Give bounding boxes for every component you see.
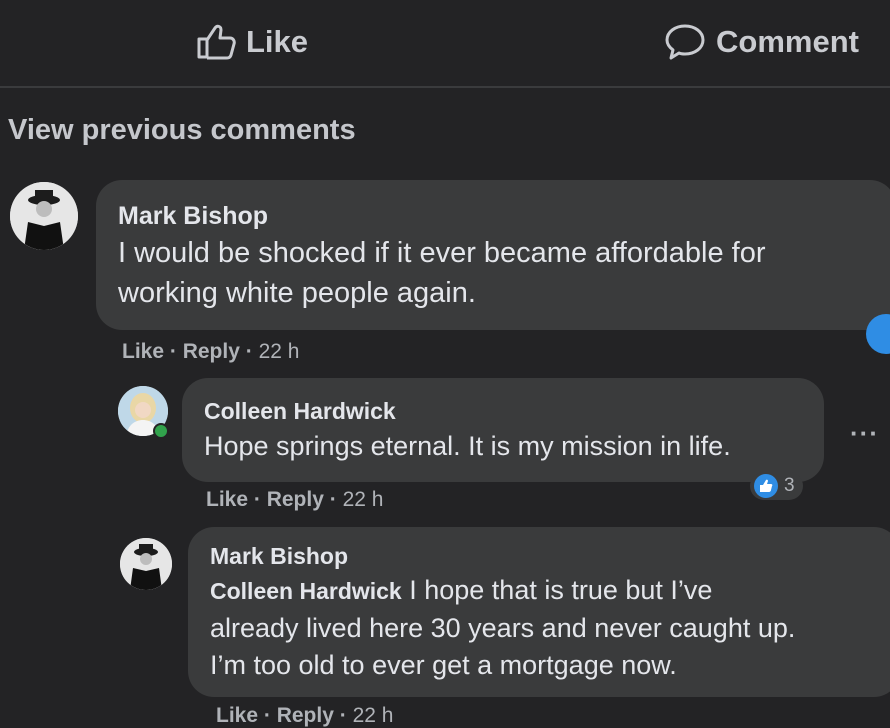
meta-separator: · [263,704,277,727]
mention-link[interactable]: Colleen Hardwick [210,578,402,604]
speech-bubble-icon [664,23,706,61]
like-reaction-icon [754,474,778,498]
comment-bubble: Mark Bishop Colleen Hardwick I hope that… [188,527,890,697]
comment-timestamp[interactable]: 22 h [343,488,384,511]
comment-timestamp[interactable]: 22 h [353,704,394,727]
view-previous-comments-link[interactable]: View previous comments [8,114,356,147]
comment-like-link[interactable]: Like [206,488,248,511]
meta-separator: · [339,704,353,727]
post-action-bar: Like Comment [0,0,890,86]
more-options-button[interactable]: ··· [850,418,879,449]
comment-meta: Like · Reply · 22 h [206,488,383,512]
comment-text: Hope springs eternal. It is my mission i… [204,427,802,465]
comment-reply-link[interactable]: Reply [183,340,240,363]
comment-text-line: Colleen Hardwick I hope that is true but… [210,572,878,610]
comment-text-line: Hope springs eternal. It is my mission i… [204,431,731,461]
reaction-count-badge[interactable]: 3 [750,472,803,500]
comment-reply-link[interactable]: Reply [267,488,324,511]
comment-text-line: already lived here 30 years and never ca… [210,613,796,643]
meta-separator: · [253,488,267,511]
comment-author[interactable]: Mark Bishop [210,543,878,570]
meta-separator: · [245,340,259,363]
comment-author[interactable]: Mark Bishop [118,202,874,231]
comment-bubble: Colleen Hardwick Hope springs eternal. I… [182,378,824,482]
like-post-button[interactable]: Like [196,18,308,66]
online-status-icon [153,423,169,439]
action-bar-divider [0,86,890,88]
avatar[interactable] [120,538,172,590]
comment-text-line: I’m too old to ever get a mortgage now. [210,650,677,680]
meta-separator: · [329,488,343,511]
comment-text-line: working white people again. [118,277,476,309]
comment-meta: Like · Reply · 22 h [216,704,393,728]
meta-separator: · [169,340,183,363]
comment-text: I would be shocked if it ever became aff… [118,233,874,313]
comment-meta: Like · Reply · 22 h [122,340,299,364]
comment-reply-link[interactable]: Reply [277,704,334,727]
comment-bubble: Mark Bishop I would be shocked if it eve… [96,180,890,330]
thumbs-up-icon [196,24,236,60]
comment-post-button[interactable]: Comment [664,18,859,66]
avatar[interactable] [10,182,78,250]
comment-author[interactable]: Colleen Hardwick [204,398,802,425]
comment-post-label: Comment [716,24,859,59]
reaction-count: 3 [784,475,795,496]
comment-like-link[interactable]: Like [122,340,164,363]
comment-text-line: I would be shocked if it ever became aff… [118,237,766,269]
comment-timestamp[interactable]: 22 h [259,340,300,363]
comment-text: Colleen Hardwick I hope that is true but… [210,572,878,684]
comment-like-link[interactable]: Like [216,704,258,727]
comment-text-fragment: I hope that is true but I’ve [401,575,713,605]
like-post-label: Like [246,24,309,59]
